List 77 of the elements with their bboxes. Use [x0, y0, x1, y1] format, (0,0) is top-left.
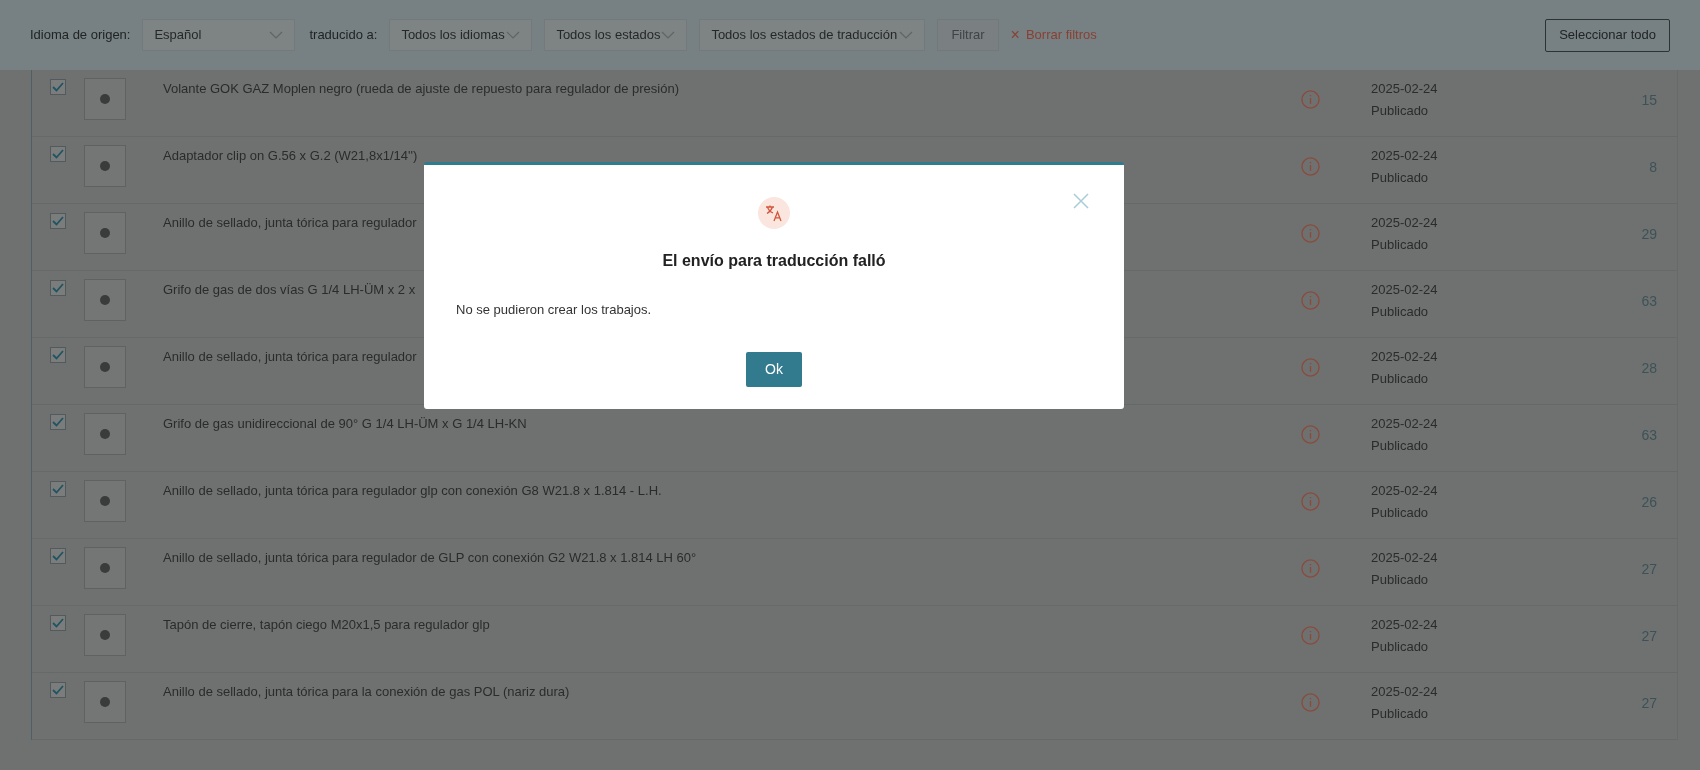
product-title: Anillo de sellado, junta tórica para regulador: [163, 349, 417, 364]
product-title: Adaptador clip on G.56 x G.2 (W21,8x1/14''): [163, 148, 418, 163]
status-text: Publicado: [1371, 236, 1430, 254]
info-icon: [1300, 492, 1320, 511]
info-icon: [1300, 224, 1320, 243]
info-icon: [1300, 157, 1320, 176]
select-all-button[interactable]: Seleccionar todo: [1545, 18, 1670, 52]
product-thumbnail: [84, 614, 126, 656]
product-thumbnail: [84, 480, 126, 522]
chevron-down-icon: [899, 31, 914, 39]
status-text: Publicado: [1371, 437, 1430, 455]
checkbox[interactable]: [50, 548, 66, 564]
checkbox[interactable]: [50, 414, 66, 430]
product-thumbnail: [84, 212, 126, 254]
product-title: Anillo de sellado, junta tórica para regulador: [163, 215, 417, 230]
checkbox[interactable]: [50, 280, 66, 296]
product-title: Anillo de sellado, junta tórica para regulador de GLP con conexión G2 W21.8 x 1.814 LH 60°: [163, 550, 697, 565]
product-thumbnail: [84, 78, 126, 120]
info-icon: [1300, 626, 1320, 645]
translate-icon: [758, 197, 790, 229]
dropdown-select[interactable]: Todos los estados: [544, 19, 688, 51]
status-text: Publicado: [1371, 169, 1430, 187]
status-text: Publicado: [1371, 102, 1430, 120]
product-thumbnail: [84, 346, 126, 388]
status-text: Publicado: [1371, 303, 1430, 321]
date-text: 2025-02-24: [1371, 281, 1439, 299]
checkbox[interactable]: [50, 682, 66, 698]
checkbox[interactable]: [50, 213, 66, 229]
date-text: 2025-02-24: [1371, 415, 1439, 433]
checkbox[interactable]: [50, 615, 66, 631]
product-thumbnail: [84, 413, 126, 455]
product-thumbnail: [84, 681, 126, 723]
status-text: Publicado: [1371, 638, 1430, 656]
date-text: 2025-02-24: [1371, 214, 1439, 232]
info-icon: [1300, 90, 1320, 109]
filter-label: traducido a:: [309, 26, 378, 45]
product-title: Grifo de gas unidireccional de 90° G 1/4 LH-ÜM x G 1/4 LH-KN: [163, 416, 527, 431]
product-title: Grifo de gas de dos vías G 1/4 LH-ÜM x 2 x: [163, 282, 416, 297]
status-text: Publicado: [1371, 370, 1430, 388]
info-icon: [1300, 291, 1320, 310]
product-thumbnail: [84, 279, 126, 321]
close-button[interactable]: [1072, 192, 1090, 210]
date-text: 2025-02-24: [1371, 147, 1439, 165]
product-title: Anillo de sellado, junta tórica para regulador glp con conexión G8 W21.8 x 1.814 - L.H.: [163, 483, 662, 498]
date-text: 2025-02-24: [1371, 549, 1439, 567]
checkbox[interactable]: [50, 481, 66, 497]
date-text: 2025-02-24: [1371, 683, 1439, 701]
info-icon: [1300, 358, 1320, 377]
chevron-down-icon: [506, 31, 521, 39]
info-icon: [1300, 693, 1320, 712]
chevron-down-icon: [661, 31, 676, 39]
checkbox[interactable]: [50, 146, 66, 162]
chevron-down-icon: [269, 31, 284, 39]
product-thumbnail: [84, 547, 126, 589]
dropdown-select[interactable]: Todos los idiomas: [389, 19, 533, 51]
info-icon: [1300, 425, 1320, 444]
date-text: 2025-02-24: [1371, 80, 1439, 98]
product-title: Volante GOK GAZ Moplen negro (rueda de ajuste de repuesto para regulador de presión): [163, 81, 679, 96]
dropdown-select[interactable]: Español: [142, 19, 296, 51]
dialog-message: No se pudieron crear los trabajos.: [456, 301, 652, 319]
checkbox[interactable]: [50, 79, 66, 95]
status-text: Publicado: [1371, 504, 1430, 522]
status-text: Publicado: [1371, 705, 1430, 723]
dropdown-select[interactable]: Todos los estados de traducción: [699, 19, 926, 51]
dialog-title: El envío para traducción falló: [662, 251, 886, 271]
product-title: Tapón de cierre, tapón ciego M20x1,5 para regulador glp: [163, 617, 490, 632]
close-icon: ×: [1010, 27, 1020, 43]
filter-label: Idioma de origen:: [30, 26, 131, 45]
date-text: 2025-02-24: [1371, 482, 1439, 500]
date-text: 2025-02-24: [1371, 616, 1439, 634]
ok-button[interactable]: Ok: [746, 351, 802, 387]
info-icon: [1300, 559, 1320, 578]
status-text: Publicado: [1371, 571, 1430, 589]
product-title: Anillo de sellado, junta tórica para la conexión de gas POL (nariz dura): [163, 684, 570, 699]
product-thumbnail: [84, 145, 126, 187]
date-text: 2025-02-24: [1371, 348, 1439, 366]
checkbox[interactable]: [50, 347, 66, 363]
